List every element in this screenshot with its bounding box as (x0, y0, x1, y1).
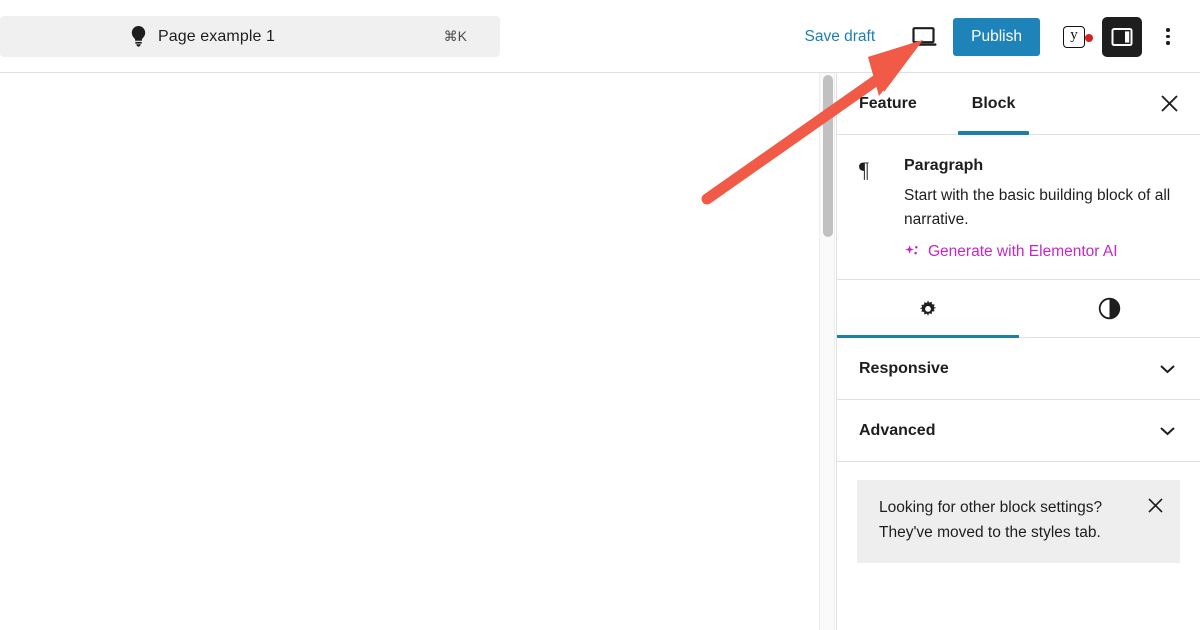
notice-close-button[interactable] (1142, 492, 1168, 518)
block-title: Paragraph (904, 157, 984, 174)
block-settings-notice: Looking for other block settings? They'v… (857, 480, 1180, 563)
chevron-down-icon (1160, 427, 1175, 436)
laptop-preview-icon[interactable] (905, 19, 941, 55)
sparkle-icon (905, 244, 918, 254)
accordion-responsive-label: Responsive (859, 359, 949, 377)
more-options-button[interactable] (1150, 19, 1186, 55)
accordion-advanced[interactable]: Advanced (837, 400, 1200, 463)
publish-button[interactable]: Publish (953, 17, 1040, 56)
command-bar-shortcut: ⌘K (443, 28, 467, 44)
sidebar-panel-icon (1111, 27, 1133, 46)
sidebar-toggle-button[interactable] (1102, 16, 1142, 57)
three-dots-vertical-icon (1166, 28, 1170, 32)
editor-canvas[interactable] (0, 73, 818, 630)
canvas-scrollbar-track[interactable] (819, 73, 835, 630)
generate-with-ai-label: Generate with Elementor AI (928, 243, 1118, 261)
canvas-scrollbar-thumb[interactable] (823, 75, 833, 237)
contrast-half-circle-icon (1098, 297, 1120, 320)
close-icon (1160, 95, 1178, 112)
notice-text: Looking for other block settings? They'v… (879, 499, 1103, 541)
notice-container: Looking for other block settings? They'v… (837, 462, 1200, 563)
block-info-card: ¶ Paragraph Start with the basic buildin… (837, 135, 1200, 281)
paragraph-pilcrow-icon: ¶ (859, 157, 869, 182)
editor-screen: Page example 1 ⌘K Save draft Publish y F… (0, 0, 1200, 630)
accordion-responsive[interactable]: Responsive (837, 338, 1200, 401)
notification-dot-icon (1085, 33, 1093, 42)
styles-tab[interactable] (1019, 280, 1200, 337)
panel-tab-bar: Feature Block (837, 73, 1200, 135)
gear-icon (919, 299, 936, 316)
editor-header: Page example 1 ⌘K Save draft Publish y (0, 0, 1200, 73)
lightbulb-icon (128, 26, 148, 48)
command-bar[interactable]: Page example 1 ⌘K (0, 16, 500, 57)
panel-close-button[interactable] (1152, 87, 1186, 121)
settings-tab[interactable] (837, 280, 1019, 339)
panel-icon-tabs (837, 280, 1200, 339)
yoast-icon: y (1063, 25, 1085, 48)
close-icon (1147, 497, 1163, 513)
block-info-content: Paragraph Start with the basic building … (887, 157, 1178, 261)
accordion-advanced-label: Advanced (859, 421, 936, 439)
tab-block[interactable]: Block (957, 73, 1029, 135)
command-bar-title: Page example 1 (158, 27, 276, 45)
chevron-down-icon (1160, 365, 1175, 374)
generate-with-ai-link[interactable]: Generate with Elementor AI (904, 243, 1178, 261)
save-draft-button[interactable]: Save draft (805, 28, 876, 46)
block-description: Start with the basic building block of a… (904, 187, 1171, 229)
tab-feature[interactable]: Feature (859, 73, 917, 134)
yoast-seo-button[interactable]: y (1054, 19, 1094, 55)
header-actions: Save draft Publish y (805, 0, 1200, 73)
settings-panel: Feature Block ¶ Paragraph Start with the… (836, 73, 1200, 630)
